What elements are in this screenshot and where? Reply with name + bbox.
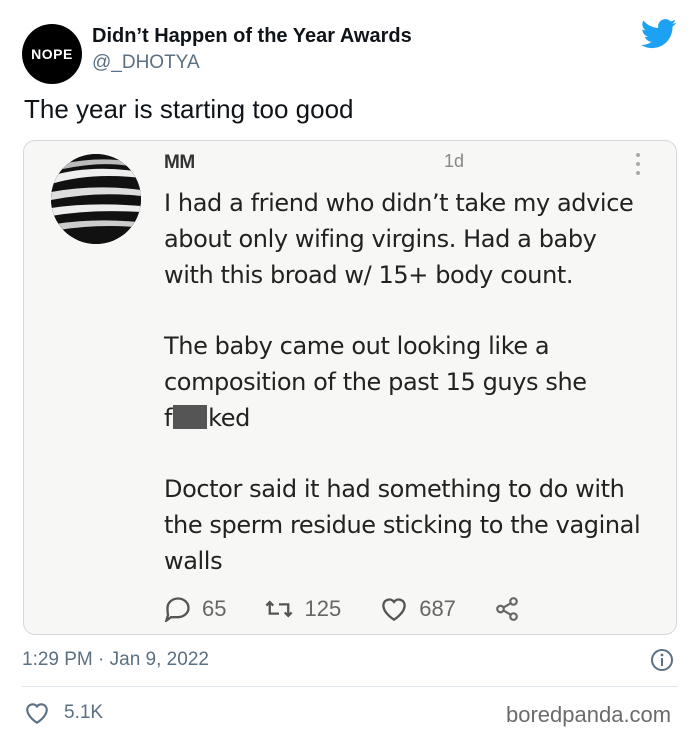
embedded-paragraph-2: The baby came out looking like a composi…	[164, 332, 587, 432]
share-icon	[496, 597, 518, 621]
author-name[interactable]: Didn’t Happen of the Year Awards	[92, 25, 412, 48]
share-action[interactable]	[494, 596, 530, 622]
watermark: boredpanda.com	[506, 702, 672, 727]
twitter-bird-icon[interactable]	[641, 18, 677, 50]
heart-icon	[26, 703, 48, 725]
redacted-word-start: f	[164, 404, 173, 432]
more-options-icon[interactable]	[634, 153, 642, 181]
redacted-word-end: ked	[208, 404, 250, 432]
tweet-text: The year is starting too good	[24, 94, 354, 124]
tweet-timestamp[interactable]: 1:29 PM · Jan 9, 2022	[22, 649, 209, 671]
retweet-count: 125	[304, 596, 342, 621]
author-handle[interactable]: @_DHOTYA	[92, 52, 200, 74]
like-action[interactable]: 687	[379, 596, 456, 622]
embedded-paragraph-1: I had a friend who didn’t take my advice…	[164, 189, 634, 289]
embedded-paragraph-3: Doctor said it had something to do with …	[164, 475, 641, 575]
tweet-like-count: 5.1K	[64, 702, 104, 723]
avatar-text: NOPE	[31, 46, 73, 62]
zebra-stripes-icon	[51, 154, 141, 244]
embedded-actions: 65 125 687	[164, 596, 568, 622]
retweet-action[interactable]: 125	[264, 596, 341, 622]
like-count: 687	[419, 596, 456, 621]
retweet-icon	[265, 600, 293, 618]
author-avatar[interactable]: NOPE	[22, 24, 82, 84]
reply-icon	[164, 597, 190, 622]
embedded-author-name: MM	[164, 152, 195, 173]
reply-count: 65	[202, 596, 227, 621]
redaction-box	[173, 405, 208, 429]
heart-icon	[382, 598, 407, 622]
embedded-avatar	[51, 154, 141, 244]
embedded-post: MM 1d I had a friend who didn’t take my …	[23, 140, 677, 635]
embedded-time: 1d	[444, 151, 465, 171]
reply-action[interactable]: 65	[164, 596, 226, 622]
tweet-like-action[interactable]: 5.1K	[24, 701, 103, 725]
divider	[22, 686, 678, 687]
info-icon[interactable]	[650, 648, 674, 672]
